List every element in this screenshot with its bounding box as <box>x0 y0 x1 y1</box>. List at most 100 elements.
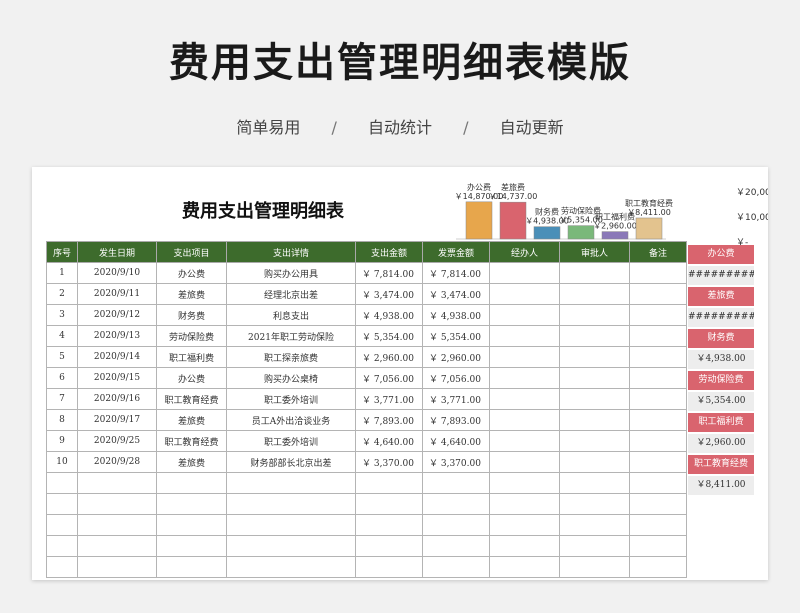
table-cell[interactable] <box>489 493 560 515</box>
table-cell[interactable]: ￥ 5,354.00 <box>355 325 423 347</box>
summary-total-cell[interactable]: ############ <box>688 308 754 327</box>
chart-bar[interactable] <box>635 217 663 240</box>
summary-total-cell[interactable]: ############ <box>688 266 754 285</box>
table-cell[interactable]: 3 <box>46 304 78 326</box>
table-cell[interactable] <box>77 472 157 494</box>
table-cell[interactable] <box>629 325 687 347</box>
table-cell[interactable]: ￥ 4,640.00 <box>422 430 490 452</box>
table-cell[interactable] <box>559 472 630 494</box>
table-cell[interactable]: ￥ 4,938.00 <box>422 304 490 326</box>
table-cell[interactable]: ￥ 4,938.00 <box>355 304 423 326</box>
table-cell[interactable] <box>226 514 356 536</box>
table-cell[interactable] <box>629 346 687 368</box>
table-cell[interactable] <box>629 283 687 305</box>
table-cell[interactable]: 2020/9/12 <box>77 304 157 326</box>
table-cell[interactable] <box>629 514 687 536</box>
table-cell[interactable] <box>226 556 356 578</box>
summary-category-cell[interactable]: 劳动保险费 <box>688 371 754 390</box>
column-header[interactable]: 经办人 <box>489 241 560 263</box>
table-cell[interactable]: 9 <box>46 430 78 452</box>
table-cell[interactable] <box>629 367 687 389</box>
table-cell[interactable]: 办公费 <box>156 367 227 389</box>
table-cell[interactable] <box>489 409 560 431</box>
column-header[interactable]: 支出详情 <box>226 241 356 263</box>
table-cell[interactable] <box>355 493 423 515</box>
column-header[interactable]: 支出金额 <box>355 241 423 263</box>
table-cell[interactable] <box>46 556 78 578</box>
table-cell[interactable] <box>46 472 78 494</box>
table-cell[interactable]: ￥ 3,771.00 <box>355 388 423 410</box>
table-cell[interactable]: ￥ 7,056.00 <box>355 367 423 389</box>
table-cell[interactable] <box>629 409 687 431</box>
table-cell[interactable]: 职工委外培训 <box>226 388 356 410</box>
summary-category-cell[interactable]: 财务费 <box>688 329 754 348</box>
table-cell[interactable]: 6 <box>46 367 78 389</box>
table-cell[interactable] <box>629 451 687 473</box>
table-cell[interactable]: ￥ 3,370.00 <box>422 451 490 473</box>
table-cell[interactable] <box>629 388 687 410</box>
table-cell[interactable]: 8 <box>46 409 78 431</box>
table-cell[interactable] <box>156 556 227 578</box>
column-header[interactable]: 序号 <box>46 241 78 263</box>
table-cell[interactable]: ￥ 3,474.00 <box>355 283 423 305</box>
table-cell[interactable]: 2020/9/15 <box>77 367 157 389</box>
table-cell[interactable]: 2020/9/14 <box>77 346 157 368</box>
table-cell[interactable]: 5 <box>46 346 78 368</box>
table-cell[interactable] <box>559 556 630 578</box>
table-cell[interactable] <box>489 514 560 536</box>
table-cell[interactable] <box>355 535 423 557</box>
table-cell[interactable] <box>489 346 560 368</box>
table-cell[interactable] <box>489 388 560 410</box>
table-cell[interactable] <box>559 367 630 389</box>
table-cell[interactable] <box>156 535 227 557</box>
column-header[interactable]: 发生日期 <box>77 241 157 263</box>
summary-total-cell[interactable]: ￥5,354.00 <box>688 392 754 411</box>
table-cell[interactable]: 差旅费 <box>156 451 227 473</box>
table-cell[interactable] <box>355 556 423 578</box>
table-cell[interactable] <box>77 556 157 578</box>
table-cell[interactable]: 2020/9/11 <box>77 283 157 305</box>
table-cell[interactable]: ￥ 5,354.00 <box>422 325 490 347</box>
table-cell[interactable] <box>559 535 630 557</box>
table-cell[interactable] <box>77 493 157 515</box>
table-cell[interactable] <box>629 535 687 557</box>
table-cell[interactable] <box>77 535 157 557</box>
table-cell[interactable] <box>489 451 560 473</box>
table-cell[interactable] <box>629 556 687 578</box>
table-cell[interactable]: 2020/9/25 <box>77 430 157 452</box>
table-cell[interactable] <box>559 451 630 473</box>
table-cell[interactable] <box>422 556 490 578</box>
table-cell[interactable]: 办公费 <box>156 262 227 284</box>
table-cell[interactable] <box>629 493 687 515</box>
table-cell[interactable]: 利息支出 <box>226 304 356 326</box>
table-cell[interactable] <box>489 262 560 284</box>
table-cell[interactable] <box>559 430 630 452</box>
table-cell[interactable] <box>629 304 687 326</box>
table-cell[interactable] <box>559 346 630 368</box>
chart-bar[interactable] <box>465 201 493 240</box>
table-cell[interactable] <box>489 367 560 389</box>
table-cell[interactable] <box>489 556 560 578</box>
table-cell[interactable] <box>226 493 356 515</box>
column-header[interactable]: 备注 <box>629 241 687 263</box>
chart-bar[interactable] <box>533 226 561 240</box>
summary-total-cell[interactable]: ￥4,938.00 <box>688 350 754 369</box>
table-cell[interactable] <box>559 325 630 347</box>
table-cell[interactable] <box>355 472 423 494</box>
column-header[interactable]: 支出项目 <box>156 241 227 263</box>
chart-bar[interactable] <box>499 201 527 240</box>
table-cell[interactable]: 2021年职工劳动保险 <box>226 325 356 347</box>
table-cell[interactable]: 劳动保险费 <box>156 325 227 347</box>
table-cell[interactable]: 职工探亲旅费 <box>226 346 356 368</box>
table-cell[interactable] <box>422 472 490 494</box>
table-cell[interactable] <box>156 472 227 494</box>
table-cell[interactable]: 4 <box>46 325 78 347</box>
table-cell[interactable]: 员工A外出洽谈业务 <box>226 409 356 431</box>
table-cell[interactable]: 2020/9/17 <box>77 409 157 431</box>
table-cell[interactable]: 1 <box>46 262 78 284</box>
table-cell[interactable]: 职工福利费 <box>156 346 227 368</box>
table-cell[interactable]: ￥ 3,370.00 <box>355 451 423 473</box>
table-cell[interactable] <box>226 535 356 557</box>
table-cell[interactable] <box>559 388 630 410</box>
table-cell[interactable]: 10 <box>46 451 78 473</box>
